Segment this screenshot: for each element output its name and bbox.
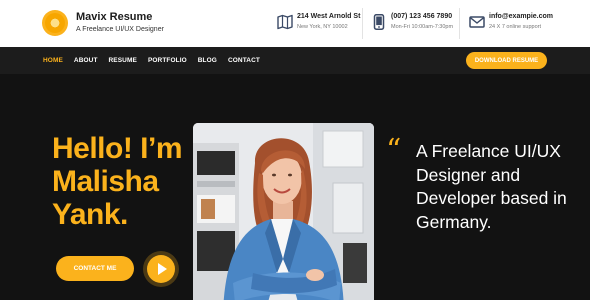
hero-greeting: Hello! I’m Malisha Yank. xyxy=(52,132,183,231)
mail-icon xyxy=(469,16,485,28)
nav-item-portfolio[interactable]: PORTFOLIO xyxy=(148,57,187,64)
greeting-line: Hello! I’m xyxy=(52,132,183,165)
nav-item-home[interactable]: HOME xyxy=(43,57,63,64)
greeting-line: Yank. xyxy=(52,198,128,231)
profile-photo xyxy=(193,123,374,300)
nav-item-resume[interactable]: RESUME xyxy=(109,57,137,64)
nav-item-blog[interactable]: BLOG xyxy=(198,57,217,64)
greeting-line: Malisha xyxy=(52,165,159,198)
hero-intro-text: A Freelance UI/UX Designer and Developer… xyxy=(416,141,567,232)
phone-number[interactable]: (007) 123 456 7890 xyxy=(391,13,452,20)
profile-photo-illustration xyxy=(193,123,374,300)
header-divider xyxy=(362,8,363,39)
brand-name[interactable]: Mavix Resume xyxy=(76,11,152,23)
hero-section: Hello! I’m Malisha Yank. CONTACT ME “ A … xyxy=(0,74,590,300)
contact-me-button[interactable]: CONTACT ME xyxy=(56,256,134,281)
nav-links: HOME ABOUT RESUME PORTFOLIO BLOG CONTACT xyxy=(43,47,271,74)
nav-item-contact[interactable]: CONTACT xyxy=(228,57,260,64)
address-line1: 214 West Arnold St xyxy=(297,13,361,20)
header-divider xyxy=(459,8,460,39)
sun-logo-icon[interactable] xyxy=(42,10,68,36)
email-address[interactable]: info@exampie.com xyxy=(489,13,553,20)
phone-icon xyxy=(373,14,385,30)
quote-icon: “ xyxy=(386,133,402,168)
nav-item-about[interactable]: ABOUT xyxy=(74,57,98,64)
address-line2: New York, NY 10002 xyxy=(297,24,348,30)
phone-hours: Mon-Fri 10:00am-7:30pm xyxy=(391,24,454,30)
email-support: 24 X 7 online support xyxy=(489,24,541,30)
contact-phone: (007) 123 456 7890 Mon-Fri 10:00am-7:30p… xyxy=(371,12,471,34)
download-resume-button[interactable]: DOWNLOAD RESUME xyxy=(466,52,547,69)
brand-tagline: A Freelance UI/UX Designer xyxy=(76,26,164,33)
site-header: Mavix Resume A Freelance UI/UX Designer … xyxy=(0,0,590,47)
play-icon[interactable] xyxy=(147,255,175,283)
contact-email: info@exampie.com 24 X 7 online support xyxy=(469,12,579,34)
map-icon xyxy=(277,14,293,30)
